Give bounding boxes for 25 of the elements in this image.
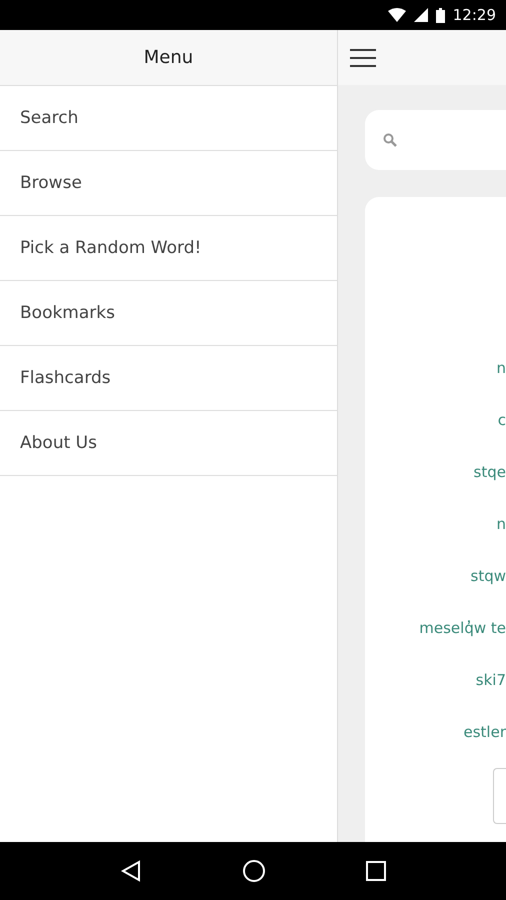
search-field[interactable] <box>365 110 506 170</box>
clock-time: 12:29 <box>452 6 496 24</box>
signal-icon <box>414 8 428 22</box>
menu-item[interactable]: Flashcards <box>0 346 337 411</box>
search-icon <box>383 133 397 147</box>
word-link[interactable]: n <box>496 498 506 550</box>
menu-item[interactable]: About Us <box>0 411 337 476</box>
word-link[interactable]: estler <box>464 706 506 758</box>
menu-item[interactable]: Browse <box>0 151 337 216</box>
home-icon[interactable] <box>242 859 266 883</box>
back-icon[interactable] <box>120 860 142 882</box>
word-link[interactable]: stqe <box>474 446 506 498</box>
menu-item[interactable]: Pick a Random Word! <box>0 216 337 281</box>
battery-icon <box>436 8 445 22</box>
wifi-icon <box>388 8 406 22</box>
recents-icon[interactable] <box>366 861 386 881</box>
menu-item[interactable]: Bookmarks <box>0 281 337 346</box>
word-link[interactable]: stqw <box>470 550 506 602</box>
word-link[interactable]: meselq̓w te <box>419 602 506 654</box>
menu-icon[interactable] <box>350 48 376 68</box>
word-link[interactable]: c <box>498 394 506 446</box>
word-link[interactable]: ski7 <box>476 654 506 706</box>
word-link[interactable]: n <box>496 342 506 394</box>
drawer-title: Menu <box>0 30 337 86</box>
menu-item[interactable]: Search <box>0 86 337 151</box>
